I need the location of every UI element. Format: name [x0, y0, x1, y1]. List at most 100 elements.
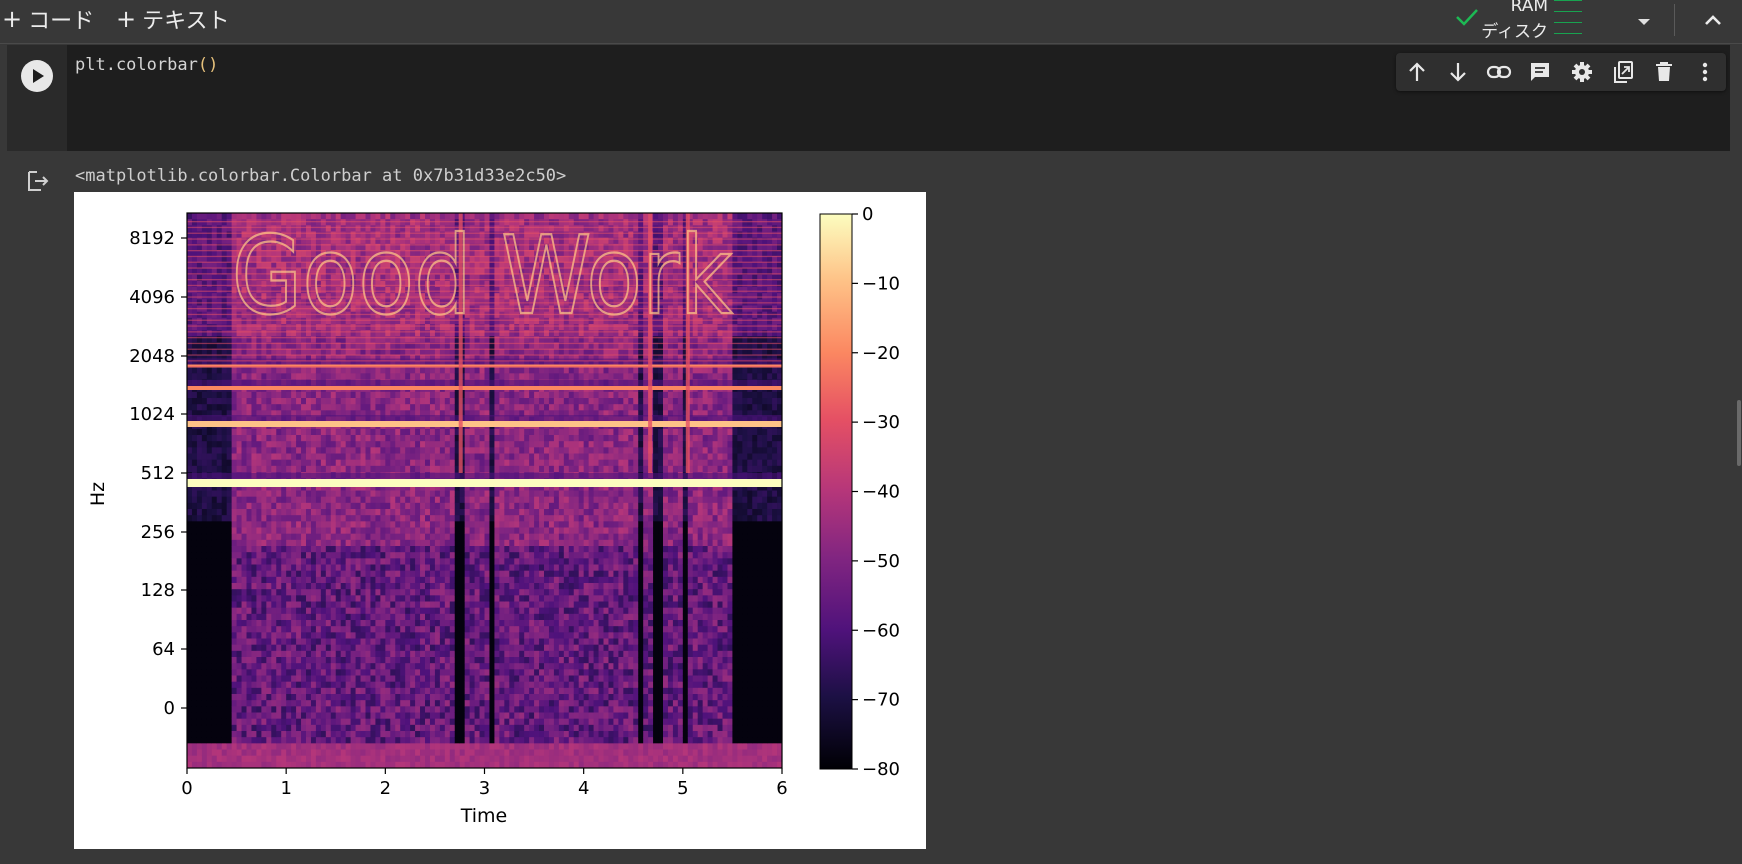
- spectrogram-cell: [360, 367, 366, 374]
- spectrogram-cell: [291, 447, 297, 454]
- spectrogram-cell: [251, 583, 257, 590]
- spectrogram-cell: [420, 638, 426, 646]
- spectrogram-cell: [191, 595, 198, 602]
- more-options-button[interactable]: [1690, 57, 1720, 87]
- spectrogram-cell: [276, 601, 282, 609]
- spectrogram-cell: [187, 570, 193, 578]
- spectrogram-cell: [410, 607, 416, 615]
- spectrogram-cell: [286, 527, 292, 535]
- spectrogram-cell: [454, 650, 461, 658]
- spectrogram-cell: [345, 724, 352, 732]
- spectrogram-cell: [420, 428, 426, 436]
- spectrogram-cell: [340, 687, 347, 695]
- spectrogram-cell: [385, 607, 391, 615]
- spectrogram-cell: [301, 681, 307, 689]
- spectrogram-cell: [425, 435, 431, 442]
- code-cell[interactable]: plt.colorbar(): [7, 45, 1730, 151]
- spectrogram-cell: [276, 490, 282, 498]
- spectrogram-cell: [425, 564, 431, 572]
- spectrogram-cell: [385, 570, 391, 578]
- spectrogram-cell: [365, 515, 371, 522]
- output-icon[interactable]: [25, 168, 51, 194]
- spectrogram-cell: [211, 465, 218, 473]
- spectrogram-cell: [216, 509, 223, 516]
- resource-indicator[interactable]: RAM ディスク: [1454, 0, 1594, 44]
- spectrogram-cell: [444, 527, 451, 535]
- move-down-button[interactable]: [1443, 57, 1473, 87]
- more-vert-icon: [1703, 62, 1708, 82]
- spectrogram-cell: [444, 558, 451, 565]
- spectrogram-cell: [350, 749, 356, 757]
- spectrogram-cell: [261, 546, 267, 553]
- spectrogram-cell: [380, 675, 386, 683]
- spectrogram-cell: [241, 509, 247, 516]
- spectrogram-cell: [276, 398, 282, 405]
- spectrogram-cell: [251, 509, 257, 516]
- add-code-button[interactable]: + コード: [2, 4, 94, 34]
- spectrogram-cell: [236, 546, 242, 553]
- spectrogram-cell: [350, 644, 356, 652]
- spectrogram-cell: [261, 509, 267, 516]
- spectrogram-cell: [395, 496, 401, 504]
- spectrogram-cell: [226, 558, 233, 565]
- spectrogram-cell: [444, 441, 451, 448]
- add-comment-button[interactable]: [1525, 57, 1555, 87]
- spectrogram-cell: [271, 657, 277, 664]
- spectrogram-cell: [330, 638, 337, 646]
- spectrogram-cell: [449, 595, 456, 602]
- spectrogram-cell: [429, 638, 436, 646]
- spectrogram-cell: [271, 626, 277, 633]
- spectrogram-cell: [251, 706, 257, 713]
- spectrogram-cell: [261, 718, 267, 726]
- spectrogram-cell: [325, 657, 332, 664]
- spectrogram-cell: [271, 601, 277, 609]
- spectrogram-cell: [306, 441, 312, 448]
- spectrogram-cell: [301, 552, 307, 559]
- cell-settings-button[interactable]: [1567, 57, 1597, 87]
- spectrogram-cell: [201, 398, 208, 405]
- delete-cell-button[interactable]: [1649, 57, 1679, 87]
- copy-link-button[interactable]: [1484, 57, 1514, 87]
- spectrogram-cell: [375, 632, 381, 639]
- spectrogram-cell: [281, 527, 287, 535]
- spectrogram-cell: [420, 576, 426, 584]
- spectrogram-cell: [201, 490, 208, 498]
- spectrogram-cell: [187, 687, 193, 695]
- mirror-cell-button[interactable]: [1608, 57, 1638, 87]
- spectrogram-cell: [375, 694, 381, 701]
- runtime-dropdown-button[interactable]: [1632, 10, 1656, 34]
- spectrogram-cell: [325, 453, 332, 461]
- spectrogram-cell: [206, 613, 213, 621]
- spectrogram-cell: [241, 724, 247, 732]
- spectrogram-cell: [355, 453, 361, 461]
- spectrogram-cell: [400, 595, 406, 602]
- spectrogram-cell: [429, 743, 436, 750]
- spectrogram-cell: [410, 398, 416, 405]
- collapse-header-button[interactable]: [1698, 6, 1728, 34]
- spectrogram-cell: [281, 570, 287, 578]
- spectrogram-cell: [429, 539, 436, 547]
- spectrogram-cell: [355, 743, 361, 750]
- run-cell-button[interactable]: [21, 60, 53, 92]
- spectrogram-cell: [221, 441, 228, 448]
- spectrogram-cell: [201, 632, 208, 639]
- spectrogram-cell: [410, 613, 416, 621]
- spectrogram-cell: [340, 601, 347, 609]
- spectrogram-cell: [286, 669, 292, 676]
- spectrogram-cell: [306, 601, 312, 609]
- spectrogram-cell: [330, 447, 337, 454]
- add-text-button[interactable]: + テキスト: [116, 4, 229, 34]
- spectrogram-cell: [187, 663, 193, 670]
- spectrogram-cell: [196, 496, 203, 504]
- spectrogram-cell: [246, 644, 252, 652]
- spectrogram-cell: [375, 595, 381, 602]
- spectrogram-cell: [301, 502, 307, 510]
- spectrogram-cell: [360, 570, 366, 578]
- code-editor[interactable]: plt.colorbar(): [75, 55, 218, 75]
- spectrogram-cell: [201, 330, 208, 337]
- spectrogram-cell: [286, 428, 292, 436]
- move-up-button[interactable]: [1402, 57, 1432, 87]
- spectrogram-cell: [350, 404, 356, 411]
- spectrogram-cell: [246, 367, 252, 374]
- spectrogram-cell: [420, 527, 426, 535]
